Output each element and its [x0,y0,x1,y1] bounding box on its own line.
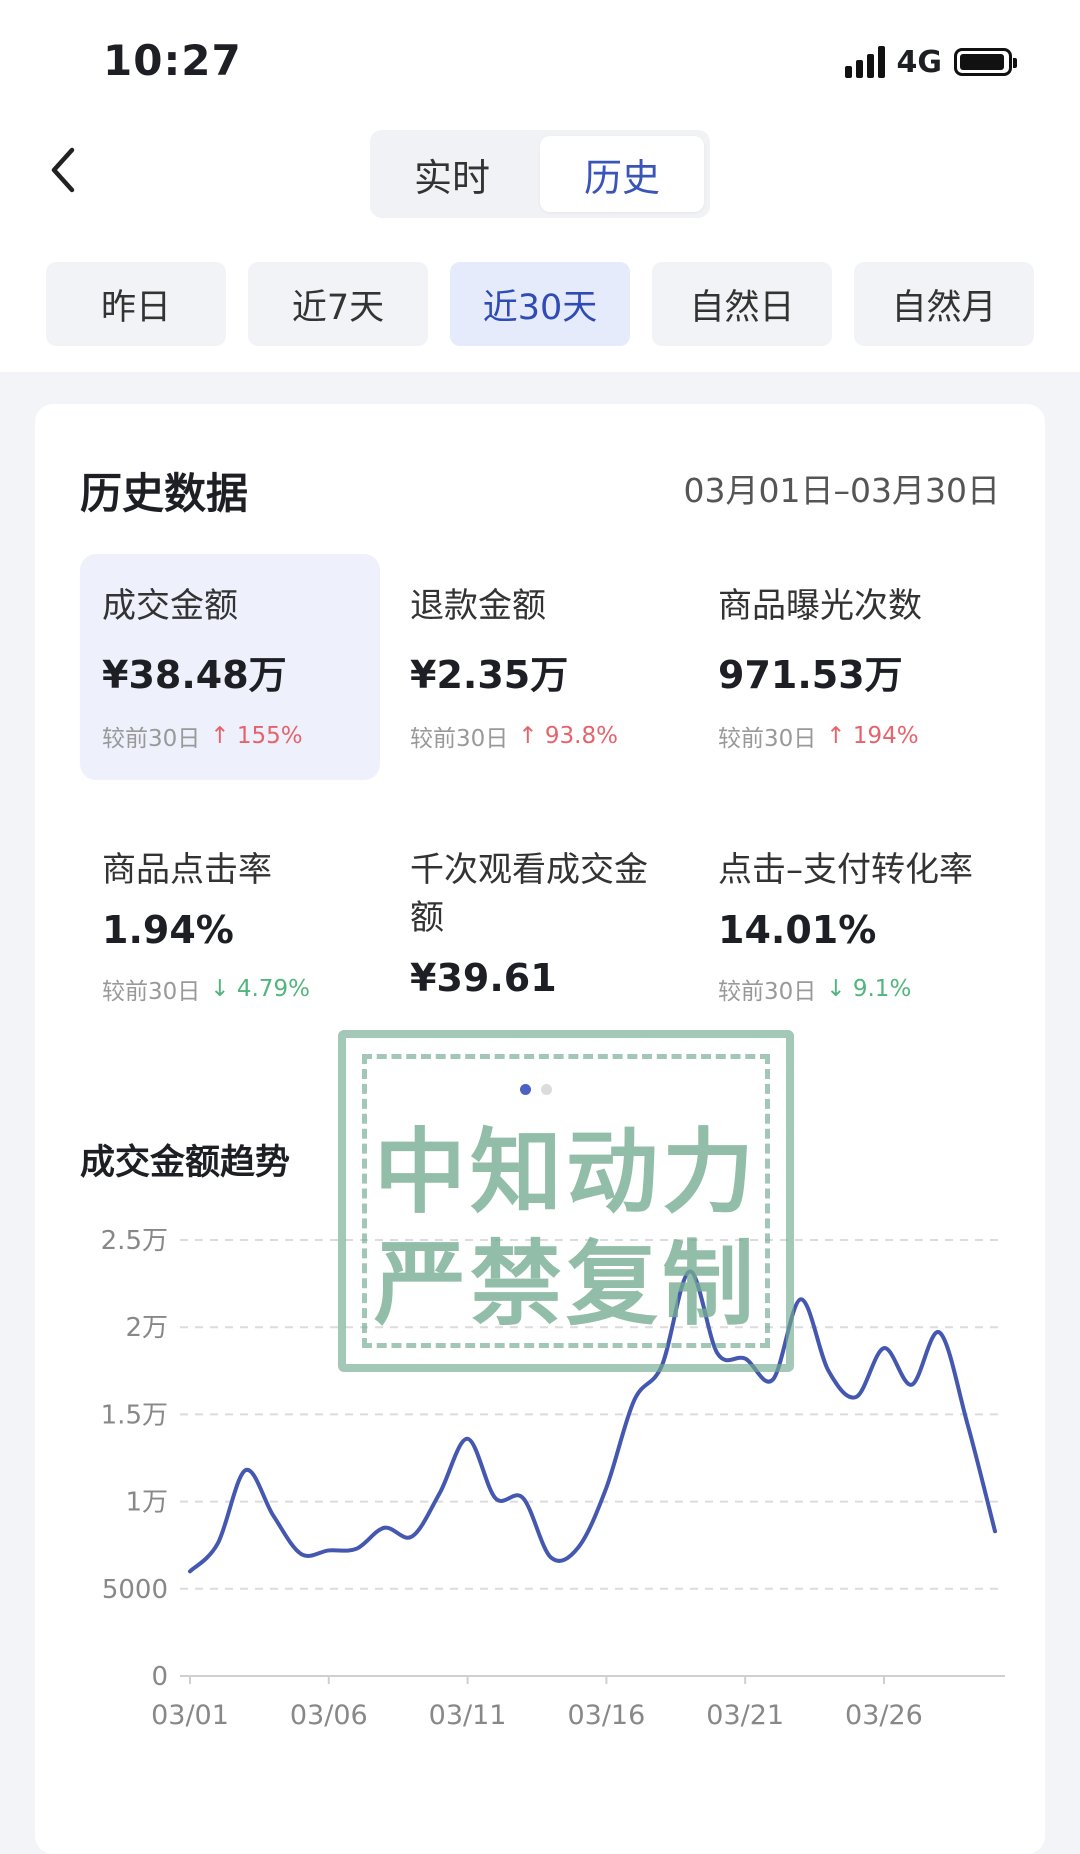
battery-icon [954,48,1012,76]
delta-up: ↑ 155% [210,723,302,749]
metric-value: 14.01% [718,908,1026,952]
y-tick-label: 2.5万 [101,1226,168,1256]
y-tick-label: 2万 [125,1313,168,1343]
compare-label: 较前30日 [102,972,200,1006]
compare-label: 较前30日 [102,719,200,753]
metric-value: 1.94% [102,908,380,952]
delta-down: ↓ 9.1% [826,976,911,1002]
metric-value: ¥2.35万 [410,644,688,699]
y-tick-label: 0 [151,1662,168,1692]
metric-label: 点击–支付转化率 [718,846,1026,894]
back-arrow-icon[interactable] [40,140,100,200]
range-30-days[interactable]: 近30天 [450,262,630,346]
watermark-stamp: 中知动力 严禁复制 [338,1030,794,1372]
delta-up: ↑ 93.8% [518,723,618,749]
range-yesterday[interactable]: 昨日 [46,262,226,346]
x-tick-label: 03/26 [845,1700,923,1731]
range-natural-day[interactable]: 自然日 [652,262,832,346]
x-tick-label: 03/11 [429,1700,507,1731]
date-range-label: 03月01日–03月30日 [684,464,1000,512]
date-range-selector: 昨日 近7天 近30天 自然日 自然月 [46,262,1034,346]
metric-label: 千次观看成交金额 [410,846,668,942]
status-icons: 4G [845,42,1013,82]
y-tick-label: 5000 [102,1575,168,1605]
delta-down: ↓ 4.79% [210,976,310,1002]
x-tick-label: 03/16 [567,1700,645,1731]
metric-gmv[interactable]: 成交金额 ¥38.48万 较前30日 ↑ 155% [80,554,380,780]
delta-up: ↑ 194% [826,723,918,749]
x-tick-label: 03/06 [290,1700,368,1731]
metric-refund[interactable]: 退款金额 ¥2.35万 较前30日 ↑ 93.8% [388,554,688,780]
metric-value: 971.53万 [718,644,996,699]
metric-label: 退款金额 [410,582,688,630]
compare-label: 较前30日 [718,719,816,753]
metric-label: 商品曝光次数 [718,582,996,630]
compare-label: 较前30日 [410,719,508,753]
watermark-line2: 严禁复制 [346,1210,786,1343]
header-area: 10:27 4G 实时 历史 昨日 近7天 近30天 自然日 自然月 [0,0,1080,372]
tab-history[interactable]: 历史 [540,136,704,212]
signal-icon [845,46,885,78]
range-natural-month[interactable]: 自然月 [854,262,1034,346]
metric-impressions[interactable]: 商品曝光次数 971.53万 较前30日 ↑ 194% [696,554,996,780]
metric-label: 成交金额 [102,582,380,630]
metric-conversion[interactable]: 点击–支付转化率 14.01% 较前30日 ↓ 9.1% [696,818,1026,1044]
chart-title: 成交金额趋势 [80,1134,290,1185]
x-tick-label: 03/21 [706,1700,784,1731]
compare-label: 较前30日 [718,972,816,1006]
network-label: 4G [897,45,943,80]
metric-label: 商品点击率 [102,846,380,894]
status-time: 10:27 [103,36,242,85]
range-7-days[interactable]: 近7天 [248,262,428,346]
x-tick-label: 03/01 [151,1700,229,1731]
y-tick-label: 1万 [125,1488,168,1518]
metric-value: ¥39.61 [410,956,668,1000]
metric-ctr[interactable]: 商品点击率 1.94% 较前30日 ↓ 4.79% [80,818,380,1044]
metric-value: ¥38.48万 [102,644,380,699]
section-title: 历史数据 [80,460,248,521]
y-tick-label: 1.5万 [101,1400,168,1430]
view-tabs: 实时 历史 [370,130,710,218]
tab-realtime[interactable]: 实时 [370,130,534,218]
